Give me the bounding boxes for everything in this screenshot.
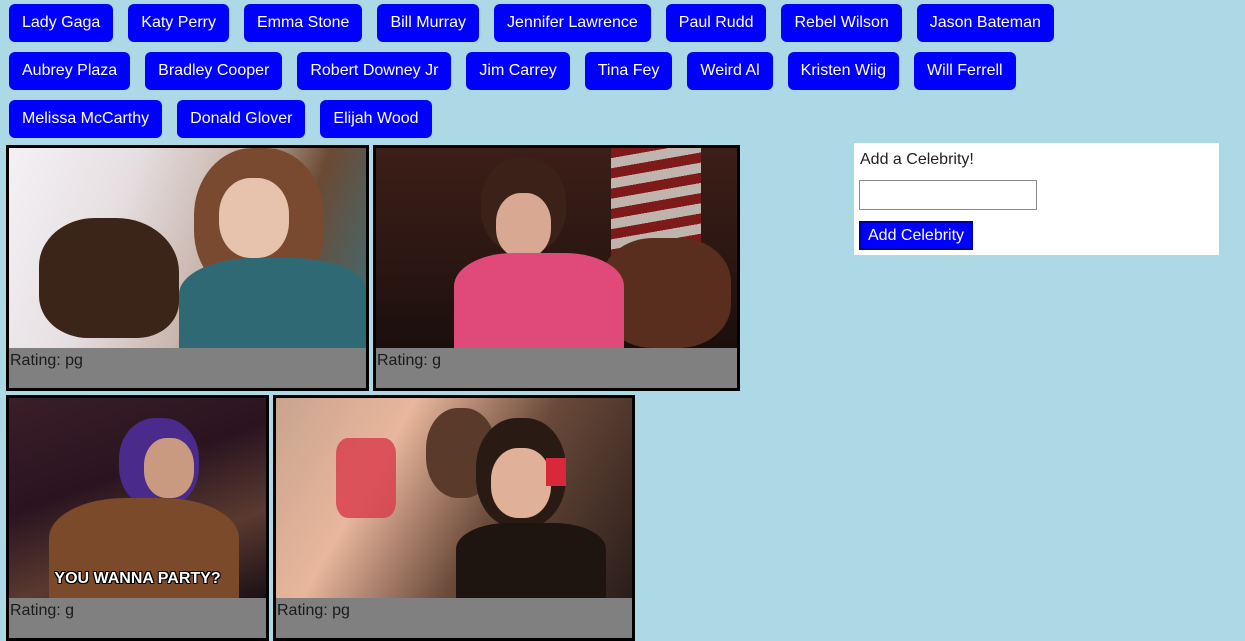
gif-image[interactable] [276,398,632,598]
celebrity-button-jennifer-lawrence[interactable]: Jennifer Lawrence [494,4,651,42]
celebrity-button-jason-bateman[interactable]: Jason Bateman [916,4,1054,42]
gif-image[interactable]: YOU WANNA PARTY? [9,398,266,598]
celebrity-button-jim-carrey[interactable]: Jim Carrey [466,52,570,90]
gif-rating: Rating: pg [10,352,83,369]
celebrity-button-elijah-wood[interactable]: Elijah Wood [320,100,432,138]
add-celebrity-form: Add a Celebrity! Add Celebrity [854,143,1219,255]
gif-image[interactable] [9,148,366,348]
celebrity-button-robert-downey-jr[interactable]: Robert Downey Jr [297,52,452,90]
celebrity-button-bradley-cooper[interactable]: Bradley Cooper [145,52,283,90]
gif-rating: Rating: g [10,602,75,619]
gif-figure [456,523,606,598]
celebrity-button-rebel-wilson[interactable]: Rebel Wilson [781,4,902,42]
cup-graphic [336,438,396,518]
gif-figure [219,178,289,258]
celebrity-button-kristen-wiig[interactable]: Kristen Wiig [787,52,900,90]
celebrity-button-will-ferrell[interactable]: Will Ferrell [914,52,1016,90]
gif-figure [496,193,551,258]
celebrity-button-lady-gaga[interactable]: Lady Gaga [9,4,114,42]
celebrity-button-tina-fey[interactable]: Tina Fey [584,52,673,90]
add-celebrity-button[interactable]: Add Celebrity [859,221,974,250]
celebrity-button-paul-rudd[interactable]: Paul Rudd [665,4,767,42]
celebrity-button-bar: Lady Gaga Katy Perry Emma Stone Bill Murray… [4,4,1144,148]
form-label: Add a Celebrity! [860,151,974,168]
gif-card[interactable]: YOU WANNA PARTY? Rating: g [6,395,269,641]
celebrity-button-aubrey-plaza[interactable]: Aubrey Plaza [9,52,131,90]
gif-figure [39,218,179,338]
gif-caption: YOU WANNA PARTY? [54,570,221,587]
cup-graphic [546,458,566,486]
gif-figure [491,448,551,518]
gif-card[interactable]: Rating: g [373,145,740,391]
gif-figure [179,258,366,348]
celebrity-button-bill-murray[interactable]: Bill Murray [377,4,480,42]
gif-rating: Rating: g [377,352,442,369]
celebrity-button-emma-stone[interactable]: Emma Stone [243,4,363,42]
celebrity-button-melissa-mccarthy[interactable]: Melissa McCarthy [9,100,163,138]
gif-figure [144,438,194,498]
gif-figure [454,253,624,348]
celebrity-input[interactable] [859,180,1037,210]
celebrity-button-weird-al[interactable]: Weird Al [687,52,773,90]
gif-image[interactable] [376,148,737,348]
celebrity-button-donald-glover[interactable]: Donald Glover [177,100,306,138]
gif-card[interactable]: Rating: pg [273,395,635,641]
gif-rating: Rating: pg [277,602,350,619]
gif-card[interactable]: Rating: pg [6,145,369,391]
celebrity-button-katy-perry[interactable]: Katy Perry [128,4,229,42]
